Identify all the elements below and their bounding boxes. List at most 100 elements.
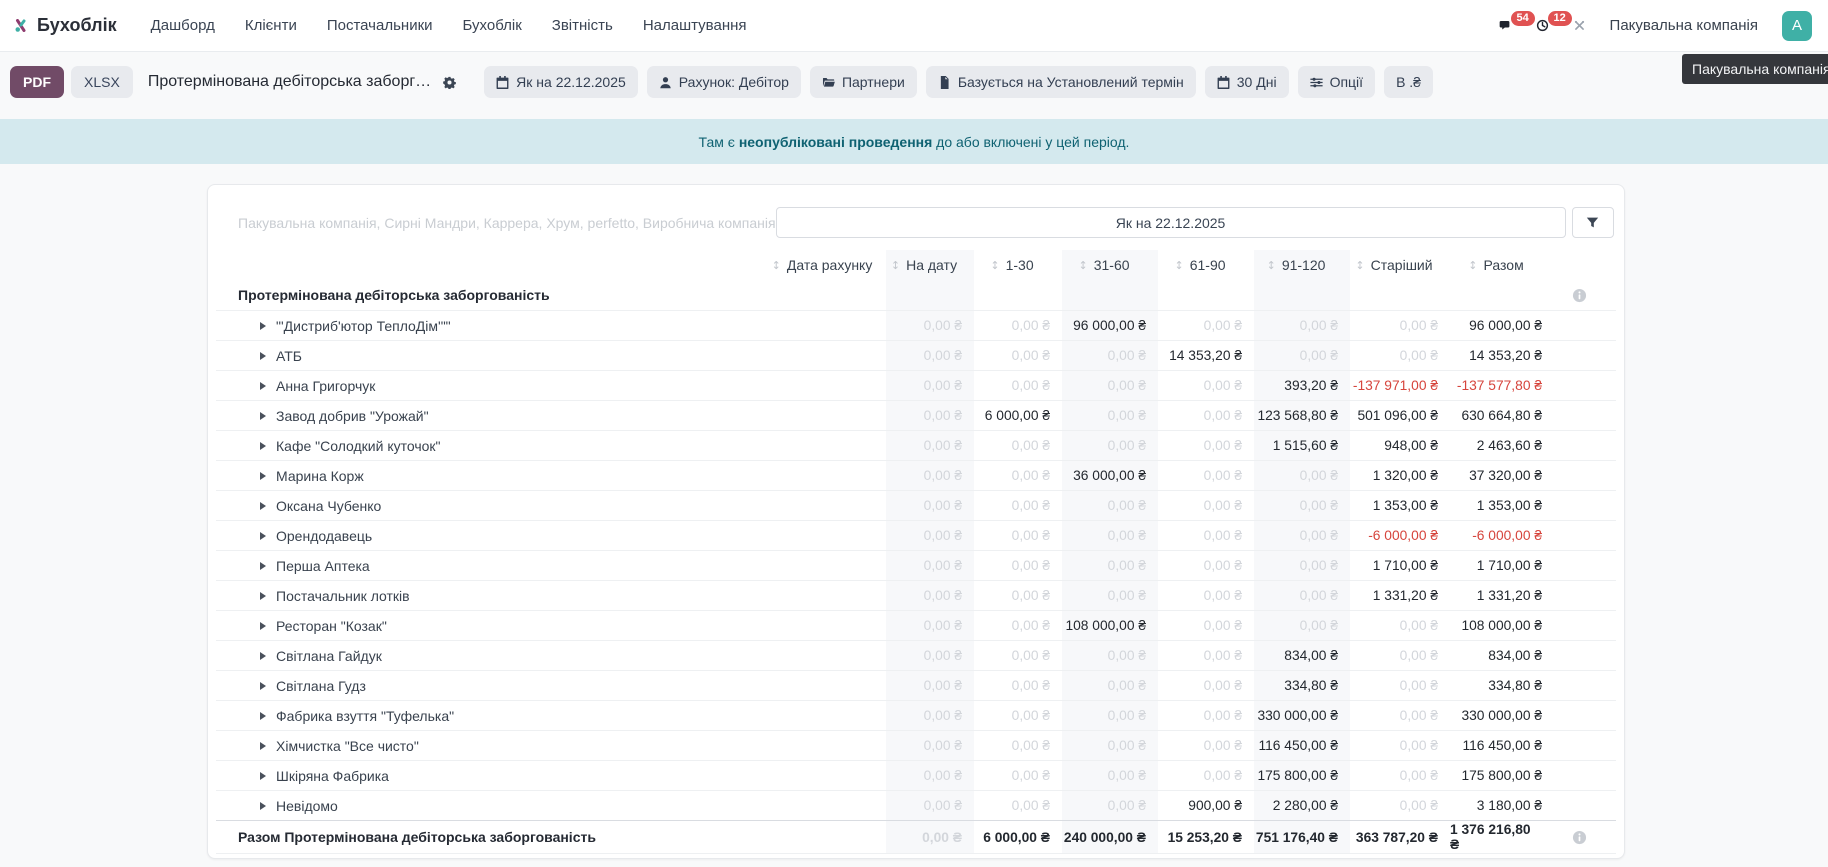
expand-caret-icon[interactable] bbox=[260, 412, 266, 420]
filter-options-button[interactable]: Опції bbox=[1298, 66, 1376, 98]
nav-menu-item-2[interactable]: Постачальники bbox=[327, 17, 433, 34]
column-header-6[interactable]: ↕Старіший bbox=[1350, 250, 1450, 280]
partner-cell[interactable]: "'Дистриб'ютор ТеплоДім'"" bbox=[216, 311, 770, 340]
sort-icon: ↕ bbox=[772, 259, 781, 272]
banner-unposted-link[interactable]: неопубліковані проведення bbox=[739, 134, 932, 150]
cell-amount: 0,00 ₴ bbox=[1158, 701, 1254, 730]
gear-icon[interactable] bbox=[443, 76, 456, 89]
partner-cell[interactable]: Марина Корж bbox=[216, 461, 770, 490]
nav-menu-item-0[interactable]: Дашборд bbox=[151, 17, 215, 34]
partner-cell[interactable]: Світлана Гудз bbox=[216, 671, 770, 700]
app-brand[interactable]: Бухоблік bbox=[37, 15, 117, 36]
partner-cell[interactable]: АТБ bbox=[216, 341, 770, 370]
partner-cell[interactable]: Орендодавець bbox=[216, 521, 770, 550]
company-switcher[interactable]: Пакувальна компанія bbox=[1610, 17, 1758, 34]
expand-caret-icon[interactable] bbox=[260, 712, 266, 720]
cell-amount: 1 515,60 ₴ bbox=[1254, 431, 1350, 460]
column-header-5[interactable]: ↕91-120 bbox=[1254, 250, 1350, 280]
report-toolbar: PDF XLSX Протермінована дебіторська забо… bbox=[0, 52, 1828, 112]
sort-icon: ↕ bbox=[990, 259, 999, 272]
filter-interval-button[interactable]: 30 Дні bbox=[1205, 66, 1289, 98]
partner-cell[interactable]: Світлана Гайдук bbox=[216, 641, 770, 670]
cell-amount: 0,00 ₴ bbox=[1062, 551, 1158, 580]
user-icon bbox=[659, 76, 672, 89]
filter-based-on-button[interactable]: Базується на Установлений термін bbox=[926, 66, 1196, 98]
partner-cell[interactable]: Хімчистка "Все чисто" bbox=[216, 731, 770, 760]
filter-account-button[interactable]: Рахунок: Дебітор bbox=[647, 66, 801, 98]
cell-trailing bbox=[1554, 341, 1616, 370]
filter-funnel-button[interactable] bbox=[1572, 207, 1614, 238]
column-header-3[interactable]: ↕31-60 bbox=[1062, 250, 1158, 280]
expand-caret-icon[interactable] bbox=[260, 382, 266, 390]
expand-caret-icon[interactable] bbox=[260, 772, 266, 780]
cell-amount: 0,00 ₴ bbox=[1158, 401, 1254, 430]
cell-amount: 96 000,00 ₴ bbox=[1062, 311, 1158, 340]
column-header-1[interactable]: ↕На дату bbox=[886, 250, 974, 280]
expand-caret-icon[interactable] bbox=[260, 742, 266, 750]
section-cell bbox=[886, 280, 974, 310]
cell-amount: 0,00 ₴ bbox=[974, 431, 1062, 460]
column-header-0[interactable]: ↕Дата рахунку bbox=[770, 250, 886, 280]
partner-cell[interactable]: Перша Аптека bbox=[216, 551, 770, 580]
company-tooltip: Пакувальна компанія bbox=[1682, 54, 1828, 84]
nav-menu-item-4[interactable]: Звітність bbox=[552, 17, 613, 34]
partner-cell[interactable]: Шкіряна Фабрика bbox=[216, 761, 770, 790]
column-header-7[interactable]: ↕Разом bbox=[1450, 250, 1554, 280]
activities-button[interactable]: 12 bbox=[1536, 19, 1549, 32]
table-row: Анна Григорчук0,00 ₴0,00 ₴0,00 ₴0,00 ₴39… bbox=[216, 370, 1616, 400]
expand-caret-icon[interactable] bbox=[260, 442, 266, 450]
as-of-date-input[interactable] bbox=[776, 207, 1566, 238]
expand-caret-icon[interactable] bbox=[260, 592, 266, 600]
report-title: Протермінована дебіторська заборг… bbox=[148, 73, 431, 91]
cell-amount: 0,00 ₴ bbox=[886, 701, 974, 730]
expand-caret-icon[interactable] bbox=[260, 472, 266, 480]
expand-caret-icon[interactable] bbox=[260, 562, 266, 570]
nav-menu-item-3[interactable]: Бухоблік bbox=[463, 17, 522, 34]
nav-menu-item-1[interactable]: Клієнти bbox=[245, 17, 297, 34]
expand-caret-icon[interactable] bbox=[260, 502, 266, 510]
column-header-2[interactable]: ↕1-30 bbox=[974, 250, 1062, 280]
user-avatar[interactable]: А bbox=[1782, 11, 1812, 41]
cell-amount: 0,00 ₴ bbox=[1062, 581, 1158, 610]
partner-cell[interactable]: Оксана Чубенко bbox=[216, 491, 770, 520]
cell-amount: 0,00 ₴ bbox=[1350, 341, 1450, 370]
cell-amount: 1 353,00 ₴ bbox=[1350, 491, 1450, 520]
filter-partners-button[interactable]: Партнери bbox=[810, 66, 917, 98]
cell-amount: 116 450,00 ₴ bbox=[1254, 731, 1350, 760]
messages-button[interactable]: 54 bbox=[1499, 19, 1512, 32]
partner-cell[interactable]: Кафе "Солодкий куточок" bbox=[216, 431, 770, 460]
total-amount: 0,00 ₴ bbox=[886, 821, 974, 853]
expand-caret-icon[interactable] bbox=[260, 682, 266, 690]
partner-cell[interactable]: Анна Григорчук bbox=[216, 371, 770, 400]
filter-date-button[interactable]: Як на 22.12.2025 bbox=[484, 66, 638, 98]
cell-trailing bbox=[1554, 611, 1616, 640]
cell-amount: 14 353,20 ₴ bbox=[1158, 341, 1254, 370]
partner-cell[interactable]: Ресторан "Козак" bbox=[216, 611, 770, 640]
nav-menu-item-5[interactable]: Налаштування bbox=[643, 17, 747, 34]
partner-cell[interactable]: Невідомо bbox=[216, 791, 770, 820]
expand-caret-icon[interactable] bbox=[260, 652, 266, 660]
expand-caret-icon[interactable] bbox=[260, 322, 266, 330]
export-pdf-button[interactable]: PDF bbox=[10, 66, 64, 98]
expand-caret-icon[interactable] bbox=[260, 802, 266, 810]
partner-cell[interactable]: Фабрика взуття "Туфелька" bbox=[216, 701, 770, 730]
total-label: Разом Протермінована дебіторська заборго… bbox=[216, 821, 770, 853]
expand-caret-icon[interactable] bbox=[260, 352, 266, 360]
filter-currency-label: В .₴ bbox=[1396, 74, 1421, 90]
cell-trailing bbox=[1554, 521, 1616, 550]
partner-cell[interactable]: Завод добрив "Урожай" bbox=[216, 401, 770, 430]
column-header-label: 91-120 bbox=[1282, 257, 1326, 273]
unposted-entries-banner: Там є неопубліковані проведення до або в… bbox=[0, 119, 1828, 164]
export-xlsx-button[interactable]: XLSX bbox=[71, 66, 133, 98]
cell-amount: 948,00 ₴ bbox=[1350, 431, 1450, 460]
filter-currency-button[interactable]: В .₴ bbox=[1384, 66, 1433, 98]
partner-name: Ресторан "Козак" bbox=[276, 618, 387, 634]
column-header-4[interactable]: ↕61-90 bbox=[1158, 250, 1254, 280]
expand-caret-icon[interactable] bbox=[260, 622, 266, 630]
cell-invoice-date bbox=[770, 521, 886, 550]
expand-caret-icon[interactable] bbox=[260, 532, 266, 540]
tools-icon[interactable] bbox=[1573, 19, 1586, 32]
table-row: Кафе "Солодкий куточок"0,00 ₴0,00 ₴0,00 … bbox=[216, 430, 1616, 460]
cell-amount: 0,00 ₴ bbox=[1062, 431, 1158, 460]
partner-cell[interactable]: Постачальник лотків bbox=[216, 581, 770, 610]
